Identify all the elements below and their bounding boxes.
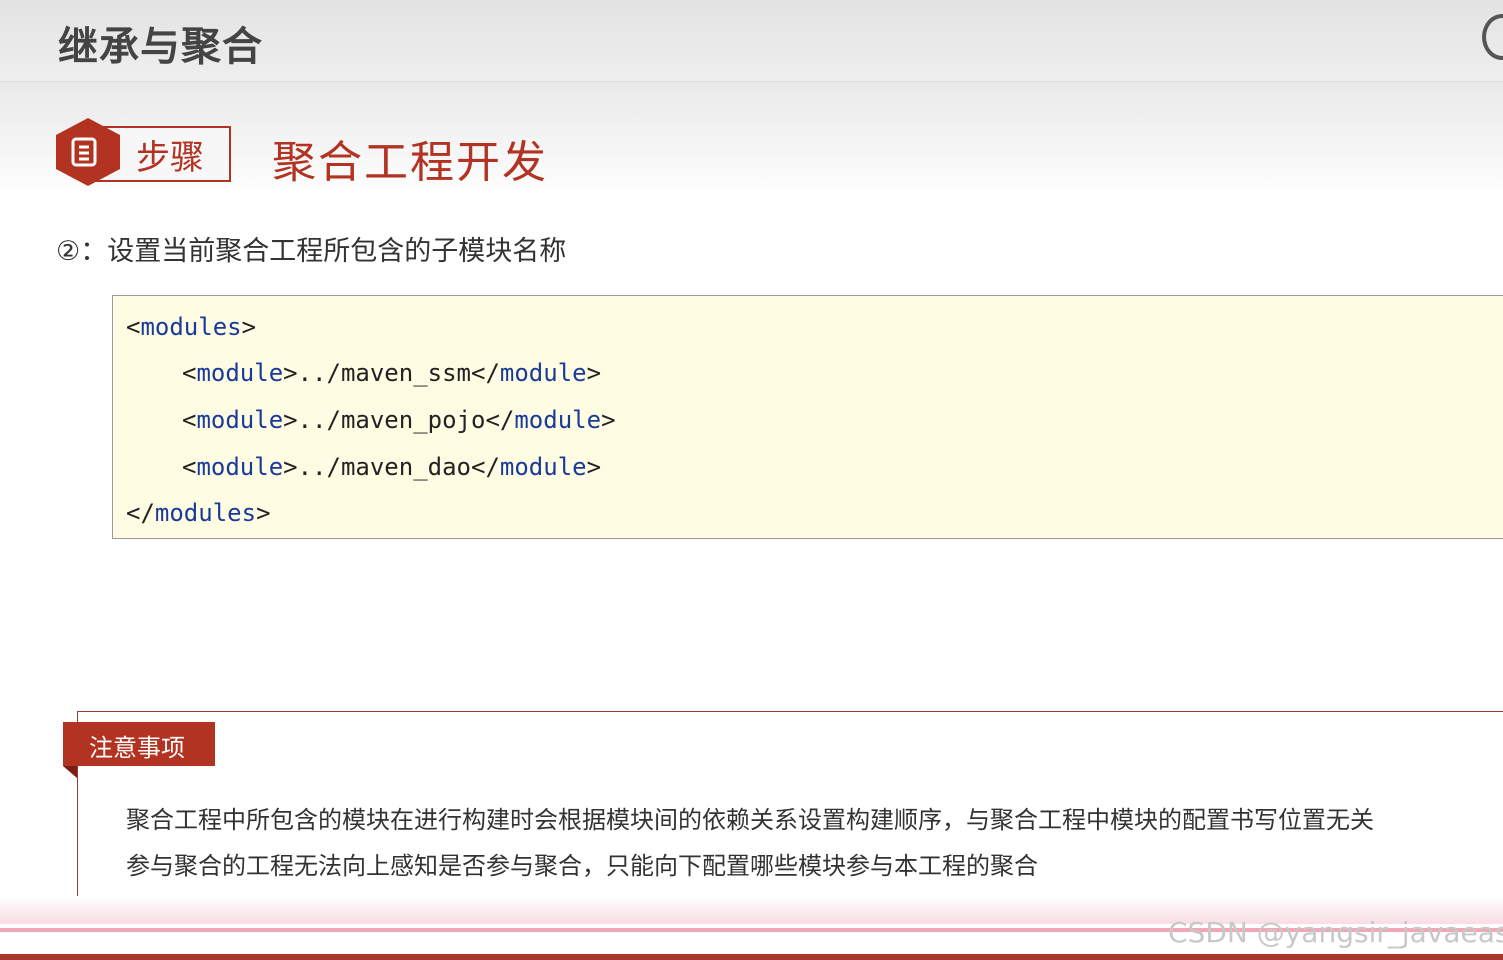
code-line-module: <module>../maven_dao</module> <box>182 453 602 481</box>
code-line-modules-close: </modules> <box>126 499 271 527</box>
section-title: 聚合工程开发 <box>272 137 548 188</box>
note-tag-fold <box>63 766 77 778</box>
note-tag-label: 注意事项 <box>89 734 185 762</box>
watermark: CSDN @yangsir_javaeasy <box>1168 916 1503 949</box>
page-title: 继承与聚合 <box>58 24 263 70</box>
note-line: 聚合工程中所包含的模块在进行构建时会根据模块间的依赖关系设置构建顺序，与聚合工程… <box>126 806 1374 834</box>
code-line-module: <module>../maven_ssm</module> <box>182 359 602 387</box>
code-line-module: <module>../maven_pojo</module> <box>182 406 616 434</box>
document-list-icon <box>71 137 97 167</box>
bottom-band-dark <box>0 954 1503 960</box>
code-line-modules-open: <modules> <box>126 313 257 341</box>
step-label: 步骤 <box>136 138 204 178</box>
instruction-text: ②：设置当前聚合工程所包含的子模块名称 <box>56 236 567 267</box>
note-line: 参与聚合的工程无法向上感知是否参与聚合，只能向下配置哪些模块参与本工程的聚合 <box>126 852 1038 880</box>
